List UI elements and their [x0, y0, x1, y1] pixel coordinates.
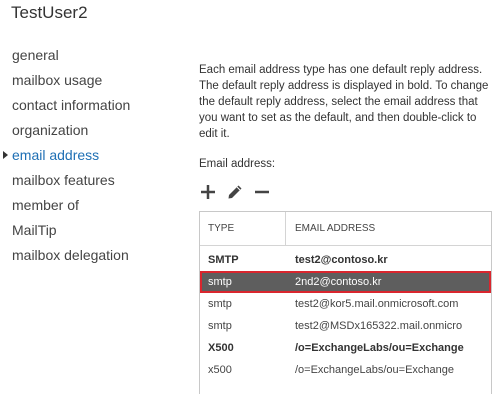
plus-icon [201, 185, 215, 199]
pencil-icon [228, 185, 242, 199]
nav-item-label: mailbox delegation [12, 247, 129, 263]
remove-button[interactable] [253, 183, 271, 201]
nav-item-email-address[interactable]: email address [0, 143, 190, 168]
table-row[interactable]: X500 /o=ExchangeLabs/ou=Exchange [200, 337, 491, 359]
nav-item-contact-information[interactable]: contact information [0, 93, 190, 118]
cell-email-address: /o=ExchangeLabs/ou=Exchange [295, 364, 455, 376]
email-address-label: Email address: [199, 158, 276, 170]
page-title: TestUser2 [11, 3, 88, 22]
minus-icon [255, 190, 269, 194]
cell-email-address: test2@contoso.kr [295, 254, 388, 266]
table-row-selected[interactable]: smtp 2nd2@contoso.kr [200, 271, 491, 293]
email-toolbar [199, 181, 271, 203]
nav-item-label: mailbox usage [12, 72, 103, 88]
cell-type: SMTP [208, 254, 239, 266]
cell-type: smtp [208, 298, 232, 310]
table-header: TYPE EMAIL ADDRESS [200, 212, 491, 246]
nav-item-mailtip[interactable]: MailTip [0, 218, 190, 243]
table-row[interactable]: smtp test2@MSDx165322.mail.onmicro [200, 315, 491, 337]
table-row[interactable]: smtp test2@kor5.mail.onmicrosoft.com [200, 293, 491, 315]
cell-email-address: test2@kor5.mail.onmicrosoft.com [295, 298, 459, 310]
nav-item-mailbox-features[interactable]: mailbox features [0, 168, 190, 193]
nav-item-member-of[interactable]: member of [0, 193, 190, 218]
nav-item-mailbox-delegation[interactable]: mailbox delegation [0, 243, 190, 268]
column-header-type[interactable]: TYPE [200, 212, 286, 245]
email-address-table: TYPE EMAIL ADDRESS SMTP test2@contoso.kr… [199, 211, 492, 394]
table-row[interactable]: x500 /o=ExchangeLabs/ou=Exchange [200, 359, 491, 381]
cell-email-address: 2nd2@contoso.kr [295, 276, 382, 288]
nav-item-label: mailbox features [12, 172, 115, 188]
nav-item-label: MailTip [12, 222, 57, 238]
nav-item-general[interactable]: general [0, 43, 190, 68]
cell-type: smtp [208, 276, 232, 288]
selected-arrow-icon [3, 151, 8, 159]
nav-item-label: organization [12, 122, 89, 138]
cell-type: x500 [208, 364, 232, 376]
cell-email-address: test2@MSDx165322.mail.onmicro [295, 320, 463, 332]
nav-item-mailbox-usage[interactable]: mailbox usage [0, 68, 190, 93]
edit-button[interactable] [226, 183, 244, 201]
nav-item-label: contact information [12, 97, 131, 113]
table-row[interactable]: SMTP test2@contoso.kr [200, 249, 491, 271]
nav-item-label: general [12, 47, 59, 63]
nav-item-label: member of [12, 197, 79, 213]
description-text: Each email address type has one default … [199, 64, 489, 140]
cell-type: smtp [208, 320, 232, 332]
add-button[interactable] [199, 183, 217, 201]
column-header-email-address[interactable]: EMAIL ADDRESS [286, 212, 491, 245]
nav-item-organization[interactable]: organization [0, 118, 190, 143]
cell-type: X500 [208, 342, 234, 354]
nav-item-label: email address [12, 147, 100, 163]
sidebar-nav: general mailbox usage contact informatio… [0, 43, 190, 268]
cell-email-address: /o=ExchangeLabs/ou=Exchange [295, 342, 464, 354]
